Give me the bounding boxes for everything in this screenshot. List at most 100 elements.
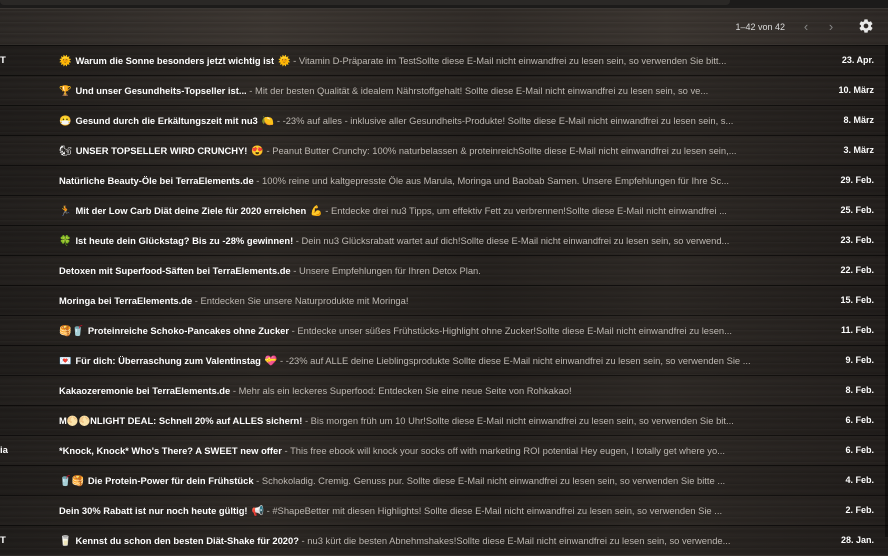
email-row[interactable]: Detoxen mit Superfood-Säften bei TerraEl… — [0, 255, 888, 285]
email-date: 22. Feb. — [840, 265, 874, 275]
email-row[interactable]: 🥞🥤 Proteinreiche Schoko-Pancakes ohne Zuc… — [0, 315, 888, 345]
subject-emoji-lead: 🐿 — [59, 146, 72, 157]
subject-emoji-lead: 🏆 — [59, 86, 72, 97]
email-date: 23. Apr. — [841, 55, 874, 65]
email-snippet: - Mit der besten Qualität & idealem Nähr… — [246, 85, 709, 96]
email-content: 🥤🥞 Die Protein-Power für dein Frühstück -… — [59, 466, 804, 496]
email-row[interactable]: Kakaozeremonie bei TerraElements.de - Me… — [0, 375, 888, 405]
email-row[interactable]: 🏆 Und unser Gesundheits-Topseller ist... … — [0, 75, 888, 105]
subject-emoji-lead: 🥤🥞 — [59, 476, 84, 487]
email-row[interactable]: ia *Knock, Knock* Who's There? A SWEET n… — [0, 435, 888, 465]
subject-emoji-lead: 🍀 — [59, 236, 72, 247]
email-date: 6. Feb. — [845, 415, 874, 425]
subject-emoji-lead: 🏃 — [59, 206, 72, 217]
email-snippet: - Entdecke unser süßes Frühstücks-Highli… — [289, 325, 732, 336]
pager-count: 1–42 von 42 — [735, 22, 785, 32]
email-row[interactable]: 🏃 Mit der Low Carb Diät deine Ziele für 2… — [0, 195, 888, 225]
email-date: 9. Feb. — [845, 355, 874, 365]
email-subject: Die Protein-Power für dein Frühstück — [87, 475, 254, 486]
chevron-right-icon[interactable]: › — [824, 20, 838, 34]
email-sender: T — [0, 55, 6, 66]
email-snippet: - Schokoladig. Cremig. Genuss pur. Sollt… — [253, 475, 726, 486]
subject-emoji-trail: 💝 — [264, 356, 278, 367]
email-date: 15. Feb. — [840, 295, 874, 305]
email-date: 8. März — [843, 115, 874, 125]
subject-emoji-lead: 🌞 — [59, 56, 72, 67]
email-content: Moringa bei TerraElements.de - Entdecken… — [59, 286, 804, 315]
email-date: 8. Feb. — [845, 385, 874, 395]
email-row[interactable]: Moringa bei TerraElements.de - Entdecken… — [0, 285, 888, 315]
email-date: 29. Feb. — [840, 175, 874, 185]
chevron-left-icon[interactable]: ‹ — [799, 20, 813, 34]
email-content: 🥞🥤 Proteinreiche Schoko-Pancakes ohne Zuc… — [59, 316, 804, 346]
email-content: Detoxen mit Superfood-Säften bei TerraEl… — [59, 256, 804, 285]
email-content: 🌞 Warum die Sonne besonders jetzt wichtig… — [59, 46, 804, 76]
email-snippet: - Unsere Empfehlungen für Ihren Detox Pl… — [290, 265, 481, 276]
email-row[interactable]: 😷 Gesund durch die Erkältungszeit mit nu3… — [0, 105, 888, 135]
email-row[interactable]: M🌕🌕NLIGHT DEAL: Schnell 20% auf ALLES si… — [0, 405, 888, 435]
email-subject: *Knock, Knock* Who's There? A SWEET new … — [59, 445, 282, 456]
email-date: 10. März — [838, 85, 874, 95]
subject-emoji-trail: 🍋 — [261, 116, 275, 127]
email-subject: M🌕🌕NLIGHT DEAL: Schnell 20% auf ALLES si… — [59, 415, 303, 426]
email-subject: Dein 30% Rabatt ist nur noch heute gülti… — [59, 505, 248, 516]
email-content: 🏆 Und unser Gesundheits-Topseller ist... … — [59, 76, 804, 106]
email-snippet: - -23% auf ALLE deine Lieblingsprodukte … — [277, 355, 751, 366]
email-sender: T — [0, 535, 6, 546]
email-subject: Natürliche Beauty-Öle bei TerraElements.… — [59, 175, 254, 186]
email-date: 11. Feb. — [840, 325, 874, 335]
toolbar: 1–42 von 42 ‹ › — [0, 8, 888, 45]
email-content: 😷 Gesund durch die Erkältungszeit mit nu3… — [59, 106, 804, 136]
subject-emoji-trail: 🌞 — [278, 56, 291, 67]
email-snippet: - #ShapeBetter mit diesen Highlights! So… — [264, 505, 723, 516]
email-snippet: - Entdecken Sie unsere Naturprodukte mit… — [192, 295, 409, 306]
email-content: 🍀 Ist heute dein Glückstag? Bis zu -28% g… — [59, 226, 804, 256]
email-subject: Für dich: Überraschung zum Valentinstag — [75, 355, 261, 366]
email-snippet: - -23% auf alles - inklusive aller Gesun… — [274, 115, 734, 126]
subject-emoji-trail: 📢 — [251, 506, 265, 517]
email-row[interactable]: T 🥛 Kennst du schon den besten Diät-Shake… — [0, 525, 888, 555]
email-subject: Ist heute dein Glückstag? Bis zu -28% ge… — [75, 235, 294, 246]
email-content: Kakaozeremonie bei TerraElements.de - Me… — [59, 376, 804, 405]
email-content: 💌 Für dich: Überraschung zum Valentinstag… — [59, 346, 804, 376]
subject-emoji-trail: 😍 — [251, 146, 264, 157]
email-content: 🥛 Kennst du schon den besten Diät-Shake f… — [59, 526, 804, 556]
email-content: Dein 30% Rabatt ist nur noch heute gülti… — [59, 496, 804, 526]
email-subject: Und unser Gesundheits-Topseller ist... — [75, 85, 247, 96]
subject-emoji-lead: 🥛 — [59, 536, 72, 547]
subject-emoji-lead: 🥞🥤 — [59, 326, 84, 337]
email-row[interactable]: Natürliche Beauty-Öle bei TerraElements.… — [0, 165, 888, 195]
email-row[interactable]: 🐿 UNSER TOPSELLER WIRD CRUNCHY! 😍 - Peanut… — [0, 135, 888, 165]
email-row[interactable]: Dein 30% Rabatt ist nur noch heute gülti… — [0, 495, 888, 525]
email-subject: Kakaozeremonie bei TerraElements.de — [59, 385, 231, 396]
subject-emoji-lead: 💌 — [59, 356, 72, 367]
email-content: M🌕🌕NLIGHT DEAL: Schnell 20% auf ALLES si… — [59, 406, 804, 435]
email-subject: Warum die Sonne besonders jetzt wichtig … — [75, 55, 275, 66]
email-subject: UNSER TOPSELLER WIRD CRUNCHY! — [75, 145, 248, 156]
email-content: 🏃 Mit der Low Carb Diät deine Ziele für 2… — [59, 196, 804, 226]
email-row[interactable]: 💌 Für dich: Überraschung zum Valentinstag… — [0, 345, 888, 375]
email-date: 4. Feb. — [845, 475, 874, 485]
email-row[interactable]: 🍀 Ist heute dein Glückstag? Bis zu -28% g… — [0, 225, 888, 255]
email-subject: Moringa bei TerraElements.de — [59, 295, 193, 306]
subject-emoji-trail: 💪 — [310, 206, 323, 217]
email-subject: Gesund durch die Erkältungszeit mit nu3 — [75, 115, 258, 126]
email-content: 🐿 UNSER TOPSELLER WIRD CRUNCHY! 😍 - Peanut… — [59, 136, 804, 166]
email-date: 28. Jan. — [840, 535, 874, 545]
email-date: 2. Feb. — [845, 505, 874, 515]
email-content: Natürliche Beauty-Öle bei TerraElements.… — [59, 166, 804, 195]
email-content: *Knock, Knock* Who's There? A SWEET new … — [59, 436, 804, 465]
email-snippet: - Dein nu3 Glücksrabatt wartet auf dich!… — [293, 235, 730, 246]
email-date: 25. Feb. — [840, 205, 874, 215]
email-date: 3. März — [843, 145, 874, 155]
email-date: 23. Feb. — [840, 235, 874, 245]
email-snippet: - This free ebook will knock your socks … — [281, 445, 726, 456]
gear-icon[interactable] — [858, 18, 874, 34]
email-subject: Proteinreiche Schoko-Pancakes ohne Zucke… — [87, 325, 290, 336]
email-subject: Detoxen mit Superfood-Säften bei TerraEl… — [59, 265, 291, 276]
email-date: 6. Feb. — [845, 445, 874, 455]
email-list: T 🌞 Warum die Sonne besonders jetzt wicht… — [0, 45, 888, 555]
email-row[interactable]: T 🌞 Warum die Sonne besonders jetzt wicht… — [0, 45, 888, 75]
email-row[interactable]: 🥤🥞 Die Protein-Power für dein Frühstück -… — [0, 465, 888, 495]
email-subject: Mit der Low Carb Diät deine Ziele für 20… — [75, 205, 307, 216]
